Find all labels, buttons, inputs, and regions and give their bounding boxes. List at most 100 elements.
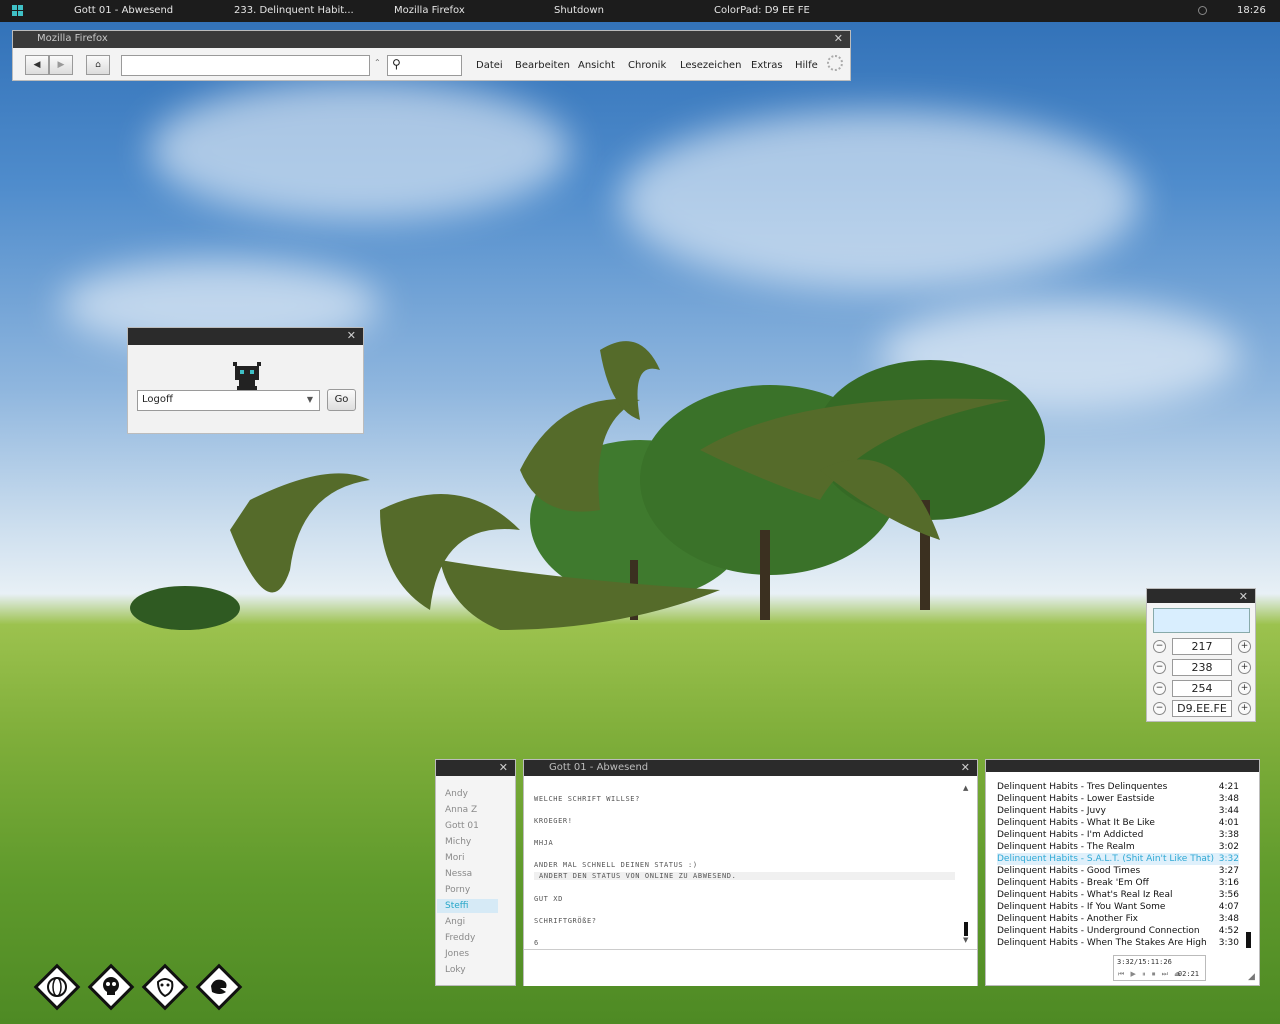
taskbar-item-firefox[interactable]: Mozilla Firefox xyxy=(394,5,465,16)
hex-value[interactable]: D9.EE.FE xyxy=(1172,700,1232,717)
chat-titlebar[interactable]: Gott 01 - Abwesend ✕ xyxy=(524,760,977,776)
green-value[interactable]: 238 xyxy=(1172,659,1232,676)
red-decrement-button[interactable]: − xyxy=(1153,640,1166,653)
track-row[interactable]: Delinquent Habits - Another Fix 3:48 xyxy=(997,913,1239,925)
back-button[interactable]: ◀ xyxy=(25,55,49,75)
chat-message: GUT XD xyxy=(534,895,563,903)
chat-input[interactable] xyxy=(524,949,977,986)
green-decrement-button[interactable]: − xyxy=(1153,661,1166,674)
menu-lesezeichen[interactable]: Lesezeichen xyxy=(680,60,741,71)
green-increment-button[interactable]: + xyxy=(1238,661,1251,674)
chat-message: 6 xyxy=(534,939,539,947)
menu-ansicht[interactable]: Ansicht xyxy=(578,60,615,71)
blue-increment-button[interactable]: + xyxy=(1238,682,1251,695)
logoff-select[interactable]: Logoff ▼ xyxy=(137,390,320,411)
blue-decrement-button[interactable]: − xyxy=(1153,682,1166,695)
track-row[interactable]: Delinquent Habits - I'm Addicted 3:38 xyxy=(997,829,1239,841)
track-row[interactable]: Delinquent Habits - If You Want Some 4:07 xyxy=(997,901,1239,913)
track-row[interactable]: Delinquent Habits - Lower Eastside 3:48 xyxy=(997,793,1239,805)
track-row[interactable]: Delinquent Habits - Juvy 3:44 xyxy=(997,805,1239,817)
scroll-down-icon[interactable]: ▼ xyxy=(963,936,968,944)
taskbar-item-player[interactable]: 233. Delinquent Habit... xyxy=(234,5,354,16)
track-duration: 3:56 xyxy=(1218,890,1239,900)
menu-chronik[interactable]: Chronik xyxy=(628,60,666,71)
red-increment-button[interactable]: + xyxy=(1238,640,1251,653)
close-icon[interactable]: ✕ xyxy=(1239,589,1248,605)
track-row[interactable]: Delinquent Habits - Underground Connecti… xyxy=(997,925,1239,937)
hex-decrement-button[interactable]: − xyxy=(1153,702,1166,715)
face-icon[interactable] xyxy=(140,962,190,1012)
player-controls[interactable]: ⏮ ▶ ⏸ ⏹ ⏭ ⏏ xyxy=(1118,970,1183,979)
track-row[interactable]: Delinquent Habits - Tres Delinquentes 4:2… xyxy=(997,781,1239,793)
scroll-up-icon[interactable]: ▲ xyxy=(963,784,968,792)
tray-icon[interactable] xyxy=(1198,6,1207,15)
logoff-window: ✕ Logoff ▼ Go xyxy=(127,327,364,434)
search-input[interactable]: ⚲ xyxy=(387,55,462,76)
forward-button[interactable]: ▶ xyxy=(49,55,73,75)
playlist-window: Delinquent Habits - Tres Delinquentes 4:2… xyxy=(985,759,1260,986)
buddy-item[interactable]: Jones xyxy=(437,947,498,961)
red-row: − 217 + xyxy=(1153,638,1251,655)
taskbar-item-chat[interactable]: Gott 01 - Abwesend xyxy=(74,5,173,16)
start-menu-icon[interactable] xyxy=(12,5,23,16)
track-row[interactable]: Delinquent Habits - The Realm 3:02 xyxy=(997,841,1239,853)
firefox-titlebar[interactable]: Mozilla Firefox ✕ xyxy=(13,31,850,48)
track-duration: 3:02 xyxy=(1218,842,1239,852)
scroll-thumb[interactable] xyxy=(964,922,968,936)
track-duration: 3:38 xyxy=(1218,830,1239,840)
menu-bearbeiten[interactable]: Bearbeiten xyxy=(515,60,570,71)
globe-icon[interactable] xyxy=(32,962,82,1012)
chevron-up-icon[interactable]: ⌃ xyxy=(374,58,381,67)
track-title: Delinquent Habits - Another Fix xyxy=(997,914,1138,924)
colorpad-titlebar[interactable]: ✕ xyxy=(1147,589,1255,603)
track-title: Delinquent Habits - Lower Eastside xyxy=(997,794,1155,804)
buddy-item[interactable]: Gott 01 xyxy=(437,819,498,833)
track-row[interactable]: Delinquent Habits - Break 'Em Off 3:16 xyxy=(997,877,1239,889)
home-icon[interactable]: ⌂ xyxy=(86,55,110,75)
buddy-item[interactable]: Nessa xyxy=(437,867,498,881)
track-row-playing[interactable]: Delinquent Habits - S.A.L.T. (Shit Ain't… xyxy=(997,853,1239,865)
track-row[interactable]: Delinquent Habits - When The Stakes Are … xyxy=(997,937,1239,949)
close-icon[interactable]: ✕ xyxy=(347,328,356,344)
resize-grip-icon[interactable]: ◢ xyxy=(1248,972,1255,982)
green-row: − 238 + xyxy=(1153,659,1251,676)
playlist-scroll-thumb[interactable] xyxy=(1246,932,1251,948)
buddy-item[interactable]: Mori xyxy=(437,851,498,865)
taskbar-item-colorpad[interactable]: ColorPad: D9 EE FE xyxy=(714,5,810,16)
close-icon[interactable]: ✕ xyxy=(499,760,508,776)
red-value[interactable]: 217 xyxy=(1172,638,1232,655)
logoff-titlebar[interactable]: ✕ xyxy=(128,328,363,345)
firefox-window: Mozilla Firefox ✕ ◀ ▶ ⌂ ⌃ ⚲ Datei Bearbe… xyxy=(12,30,851,81)
track-title: Delinquent Habits - Break 'Em Off xyxy=(997,878,1149,888)
track-row[interactable]: Delinquent Habits - What's Real Iz Real 3… xyxy=(997,889,1239,901)
buddy-item[interactable]: Angi xyxy=(437,915,498,929)
menu-hilfe[interactable]: Hilfe xyxy=(795,60,818,71)
buddy-item[interactable]: Michy xyxy=(437,835,498,849)
buddy-item[interactable]: Freddy xyxy=(437,931,498,945)
close-icon[interactable]: ✕ xyxy=(961,760,970,776)
playlist-titlebar[interactable] xyxy=(986,760,1259,772)
chat-scrollbar[interactable]: ▲ ▼ xyxy=(961,784,971,946)
buddy-list-titlebar[interactable]: ✕ xyxy=(436,760,515,776)
menu-datei[interactable]: Datei xyxy=(476,60,503,71)
chat-message: WELCHE SCHRIFT WILLSE? xyxy=(534,795,640,803)
close-icon[interactable]: ✕ xyxy=(834,31,843,47)
track-title: Delinquent Habits - Good Times xyxy=(997,866,1141,876)
buddy-item[interactable]: Anna Z xyxy=(437,803,498,817)
buddy-list-window: ✕ Andy Anna Z Gott 01 Michy Mori Nessa P… xyxy=(435,759,516,986)
taskbar-item-shutdown[interactable]: Shutdown xyxy=(554,5,604,16)
blue-row: − 254 + xyxy=(1153,680,1251,697)
buddy-item-selected[interactable]: Steffi xyxy=(437,899,498,913)
blue-value[interactable]: 254 xyxy=(1172,680,1232,697)
url-input[interactable] xyxy=(121,55,370,76)
buddy-item[interactable]: Porny xyxy=(437,883,498,897)
track-row[interactable]: Delinquent Habits - What It Be Like 4:01 xyxy=(997,817,1239,829)
buddy-item[interactable]: Andy xyxy=(437,787,498,801)
go-button[interactable]: Go xyxy=(327,389,356,411)
buddy-item[interactable]: Loky xyxy=(437,963,498,977)
skull-icon[interactable] xyxy=(86,962,136,1012)
menu-extras[interactable]: Extras xyxy=(751,60,783,71)
hand-icon[interactable] xyxy=(194,962,244,1012)
track-row[interactable]: Delinquent Habits - Good Times 3:27 xyxy=(997,865,1239,877)
hex-increment-button[interactable]: + xyxy=(1238,702,1251,715)
